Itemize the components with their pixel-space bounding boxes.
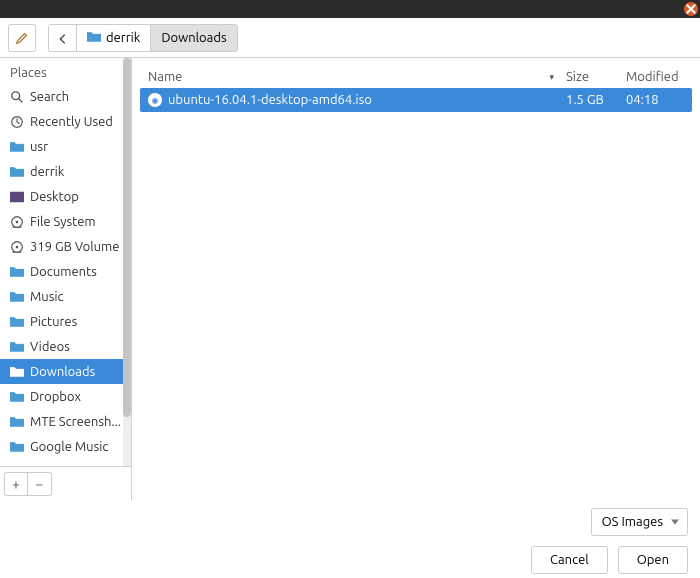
folder-icon xyxy=(10,415,24,429)
folder-icon xyxy=(10,265,24,279)
sidebar-header: Places xyxy=(0,58,131,84)
folder-icon xyxy=(10,366,24,377)
file-columns-header: Name ▾ Size Modified xyxy=(140,66,692,88)
folder-icon xyxy=(10,390,24,404)
sidebar-item[interactable]: derrik xyxy=(0,159,131,184)
pencil-icon xyxy=(15,31,29,45)
sidebar-item-label: Recently Used xyxy=(30,115,113,129)
cancel-button[interactable]: Cancel xyxy=(531,546,608,574)
sidebar-item[interactable]: File System xyxy=(0,209,131,234)
sort-indicator-icon: ▾ xyxy=(549,72,566,83)
edit-path-button[interactable] xyxy=(8,24,36,52)
folder-icon xyxy=(10,290,24,304)
window-close-button[interactable] xyxy=(684,2,698,16)
disk-icon xyxy=(10,240,24,254)
folder-icon xyxy=(10,166,24,177)
search-icon xyxy=(10,90,24,104)
file-type-filter-value: OS Images xyxy=(602,515,663,529)
chevron-left-icon xyxy=(56,32,70,46)
sidebar-item[interactable]: Desktop xyxy=(0,184,131,209)
folder-icon xyxy=(10,316,24,327)
bottom-bar: OS Images Cancel Open xyxy=(0,500,700,578)
sidebar-item-label: Dropbox xyxy=(30,390,81,404)
sidebar-item[interactable]: Downloads xyxy=(0,359,131,384)
sidebar-item[interactable]: Music xyxy=(0,284,131,309)
sidebar-item-label: File System xyxy=(30,215,96,229)
sidebar-item[interactable]: usr xyxy=(0,134,131,159)
folder-icon xyxy=(10,416,24,427)
desktop-icon xyxy=(10,191,24,203)
file-row[interactable]: ◉ ubuntu-16.04.1-desktop-amd64.iso1.5 GB0… xyxy=(140,88,692,112)
sidebar-item-label: Desktop xyxy=(30,190,79,204)
folder-icon xyxy=(87,31,101,42)
column-name-header[interactable]: Name xyxy=(148,70,182,84)
sidebar-item-label: Videos xyxy=(30,340,70,354)
folder-icon xyxy=(10,440,24,454)
sidebar-scrollbar-thumb[interactable] xyxy=(123,58,131,417)
file-size: 1.5 GB xyxy=(566,93,626,107)
sidebar-item-label: 319 GB Volume xyxy=(30,240,119,254)
sidebar-item[interactable]: Search xyxy=(0,84,131,109)
sidebar-item-label: usr xyxy=(30,140,48,154)
breadcrumb-segment[interactable]: derrik xyxy=(77,25,151,51)
folder-icon xyxy=(10,340,24,354)
folder-icon xyxy=(10,266,24,277)
breadcrumb-segment[interactable]: Downloads xyxy=(151,25,236,51)
disc-icon: ◉ xyxy=(148,93,162,107)
sidebar-item-label: Documents xyxy=(30,265,97,279)
file-modified: 04:18 xyxy=(626,93,684,107)
folder-icon xyxy=(10,315,24,329)
column-size-header[interactable]: Size xyxy=(566,70,626,84)
titlebar xyxy=(0,0,700,18)
column-modified-header[interactable]: Modified xyxy=(626,70,684,84)
file-pane: Name ▾ Size Modified ◉ ubuntu-16.04.1-des… xyxy=(132,58,700,500)
sidebar-item-label: MTE Screensh... xyxy=(30,415,121,429)
open-button[interactable]: Open xyxy=(618,546,688,574)
folder-icon xyxy=(10,441,24,452)
breadcrumb-back-button[interactable] xyxy=(49,25,77,52)
sidebar-item[interactable]: MTE Screensh... xyxy=(0,409,131,434)
disk-icon xyxy=(10,240,24,254)
folder-icon xyxy=(10,365,24,379)
add-bookmark-button[interactable]: + xyxy=(4,472,28,496)
desktop-icon xyxy=(10,190,24,204)
clock-icon xyxy=(10,115,24,129)
sidebar-item-label: Downloads xyxy=(30,365,95,379)
clock-icon xyxy=(10,115,24,129)
sidebar-item[interactable]: Videos xyxy=(0,334,131,359)
folder-icon xyxy=(10,291,24,302)
breadcrumb: derrik Downloads xyxy=(48,24,238,52)
disk-icon xyxy=(10,215,24,229)
file-name: ubuntu-16.04.1-desktop-amd64.iso xyxy=(168,93,566,107)
sidebar-item[interactable]: Dropbox xyxy=(0,384,131,409)
sidebar-item-label: Pictures xyxy=(30,315,77,329)
search-icon xyxy=(10,90,24,104)
remove-bookmark-button[interactable]: − xyxy=(28,472,52,496)
folder-icon xyxy=(10,140,24,154)
sidebar: Places Search Recently Used usr derrik Deskt… xyxy=(0,58,132,500)
sidebar-item-label: derrik xyxy=(30,165,64,179)
file-type-filter-select[interactable]: OS Images xyxy=(591,508,688,536)
sidebar-item[interactable]: Google Music xyxy=(0,434,131,459)
sidebar-item-label: Search xyxy=(30,90,69,104)
toolbar: derrik Downloads xyxy=(0,18,700,58)
folder-icon xyxy=(10,391,24,402)
folder-icon xyxy=(10,141,24,152)
sidebar-item-label: Google Music xyxy=(30,440,108,454)
disk-icon xyxy=(10,215,24,229)
sidebar-item-label: Music xyxy=(30,290,64,304)
sidebar-item[interactable]: Recently Used xyxy=(0,109,131,134)
sidebar-item[interactable]: Pictures xyxy=(0,309,131,334)
sidebar-item[interactable]: 319 GB Volume xyxy=(0,234,131,259)
breadcrumb-label: derrik xyxy=(106,31,140,45)
breadcrumb-label: Downloads xyxy=(161,31,226,45)
sidebar-footer: + − xyxy=(0,466,131,500)
folder-icon xyxy=(10,341,24,352)
sidebar-scrollbar-track[interactable] xyxy=(123,58,131,466)
main-area: Places Search Recently Used usr derrik Deskt… xyxy=(0,58,700,500)
sidebar-item[interactable]: Documents xyxy=(0,259,131,284)
folder-icon xyxy=(10,165,24,179)
file-list[interactable]: ◉ ubuntu-16.04.1-desktop-amd64.iso1.5 GB0… xyxy=(140,88,692,500)
